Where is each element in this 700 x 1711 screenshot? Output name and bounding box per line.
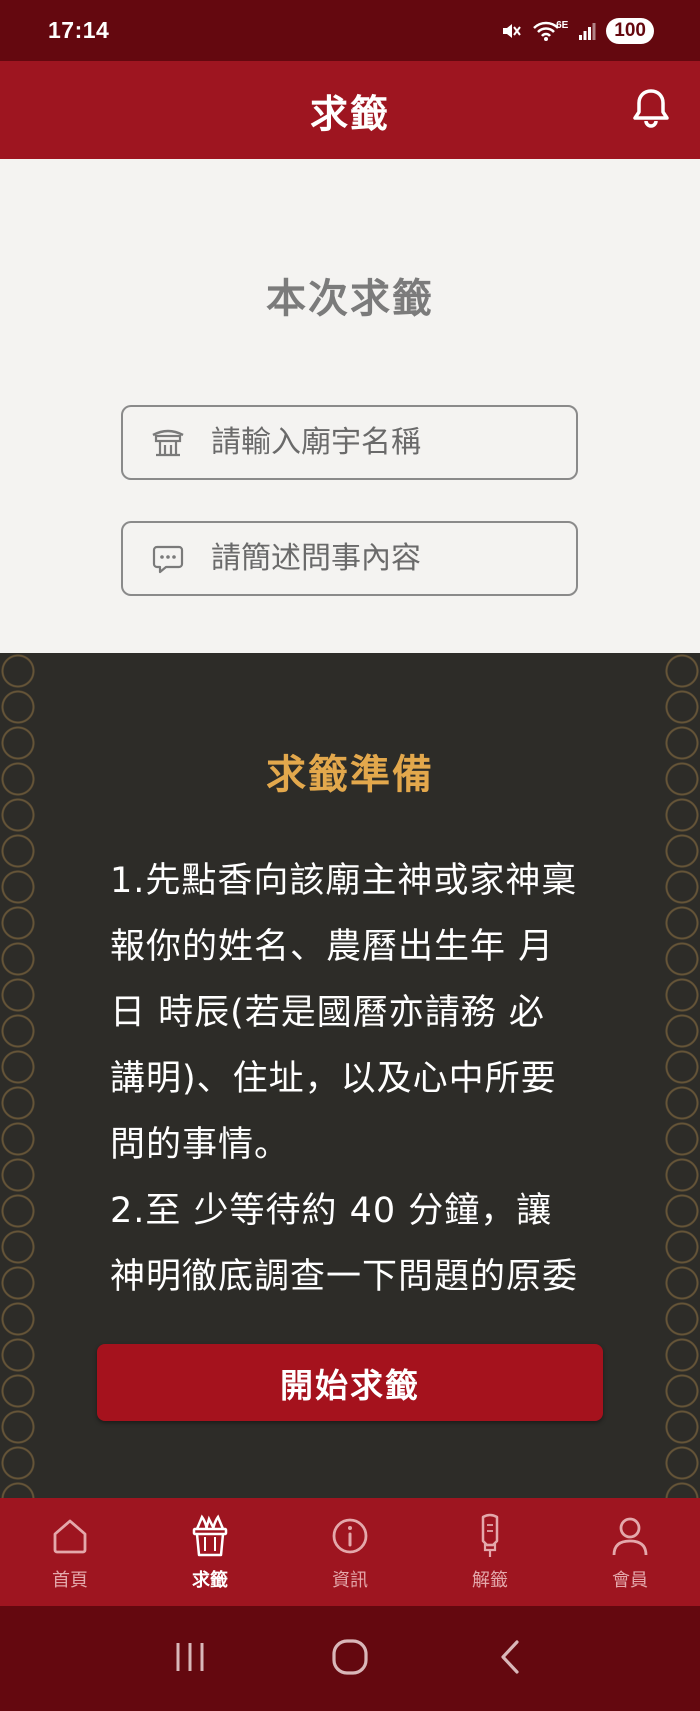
tab-interpretation[interactable]: 解籤 xyxy=(420,1498,560,1606)
signal-icon xyxy=(578,21,596,41)
status-bar: 17:14 6E 100 xyxy=(0,0,700,61)
bell-icon xyxy=(631,87,671,133)
tab-interpretation-label: 解籤 xyxy=(472,1570,508,1591)
form-title: 本次求籤 xyxy=(266,276,434,322)
info-icon xyxy=(330,1512,370,1560)
back-button[interactable] xyxy=(480,1629,540,1689)
back-icon xyxy=(495,1638,525,1680)
app-header: 求籤 xyxy=(0,61,700,159)
temple-icon xyxy=(147,427,189,459)
preparation-scroll-area[interactable]: 1.先點香向該廟主神或家神稟報你的姓名、農曆出生年 月 日 時辰(若是國曆亦請務… xyxy=(110,848,580,1318)
divination-sticks-icon xyxy=(189,1512,231,1560)
tab-home-label: 首頁 xyxy=(52,1570,88,1591)
question-input[interactable] xyxy=(211,541,551,576)
notification-button[interactable] xyxy=(626,85,676,135)
tab-member-label: 會員 xyxy=(612,1570,648,1591)
start-divination-button[interactable]: 開始求籤 xyxy=(97,1344,603,1421)
preparation-title: 求籤準備 xyxy=(266,752,434,798)
user-icon xyxy=(610,1512,650,1560)
tab-info-label: 資訊 xyxy=(332,1570,368,1591)
status-icons: 6E 100 xyxy=(500,17,654,44)
tab-home[interactable]: 首頁 xyxy=(0,1498,140,1606)
tab-divination[interactable]: 求籤 xyxy=(140,1498,280,1606)
home-nav-button[interactable] xyxy=(320,1629,380,1689)
tab-divination-label: 求籤 xyxy=(192,1570,228,1591)
home-nav-icon xyxy=(330,1637,370,1681)
tab-member[interactable]: 會員 xyxy=(560,1498,700,1606)
bottom-tab-bar: 首頁 求籤 資訊 解籤 會員 xyxy=(0,1498,700,1606)
wifi-icon xyxy=(532,20,560,42)
recent-apps-button[interactable] xyxy=(160,1629,220,1689)
tab-info[interactable]: 資訊 xyxy=(280,1498,420,1606)
system-navigation-bar xyxy=(0,1606,700,1711)
mute-icon xyxy=(500,20,522,42)
question-field[interactable] xyxy=(121,521,578,596)
battery-indicator: 100 xyxy=(606,17,654,44)
lantern-icon xyxy=(475,1512,505,1560)
chat-icon xyxy=(147,543,189,575)
preparation-instructions: 1.先點香向該廟主神或家神稟報你的姓名、農曆出生年 月 日 時辰(若是國曆亦請務… xyxy=(110,861,579,1297)
recent-apps-icon xyxy=(172,1641,208,1677)
temple-name-field[interactable] xyxy=(121,405,578,480)
temple-name-input[interactable] xyxy=(211,425,551,460)
status-time: 17:14 xyxy=(48,17,110,43)
page-title: 求籤 xyxy=(309,91,390,136)
home-icon xyxy=(50,1512,90,1560)
